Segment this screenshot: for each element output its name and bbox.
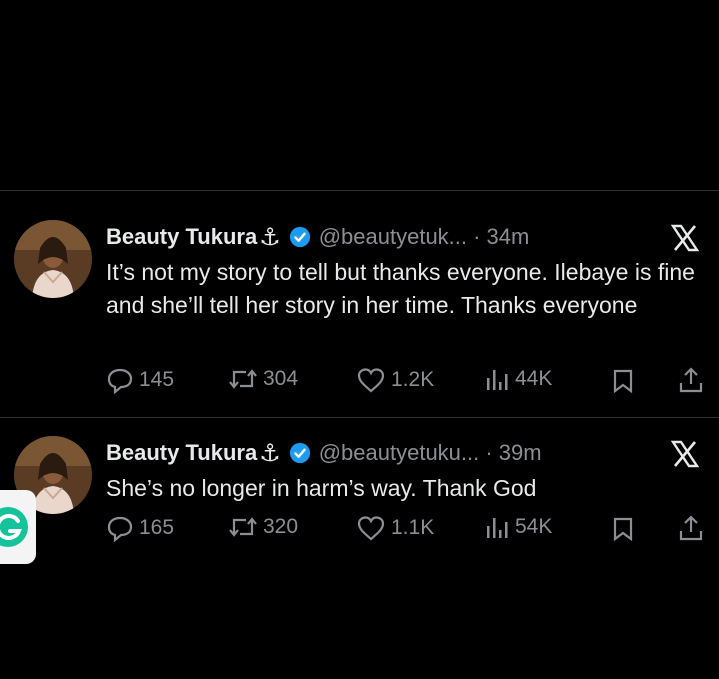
- views-count: 44K: [515, 367, 553, 390]
- repost-icon: [229, 369, 257, 389]
- avatar[interactable]: [14, 220, 92, 298]
- tweet-text: She’s no longer in harm’s way. Thank God: [106, 475, 537, 501]
- like-button[interactable]: 1.1K: [356, 514, 434, 542]
- grammarly-g-icon: [0, 507, 28, 547]
- grammarly-badge[interactable]: [0, 490, 36, 564]
- share-icon[interactable]: [678, 514, 704, 542]
- tweet-header: Beauty Tukura ⚓ @beautyetuk... · 34m: [106, 222, 529, 252]
- anchor-emoji: ⚓: [259, 439, 281, 467]
- reply-icon: [107, 516, 133, 542]
- repost-button[interactable]: 304: [228, 366, 298, 392]
- x-logo-icon[interactable]: [670, 440, 700, 468]
- tweet-actions: 145 304 1.2K 44K: [106, 366, 706, 396]
- top-divider: [0, 190, 719, 191]
- author-name[interactable]: Beauty Tukura: [106, 224, 257, 250]
- share-icon[interactable]: [678, 366, 704, 394]
- repost-icon: [229, 517, 257, 537]
- tweet-actions: 165 320 1.1K 54K: [106, 514, 706, 544]
- handle-time[interactable]: @beautyetuk... · 34m: [319, 224, 530, 250]
- bookmark-icon[interactable]: [611, 516, 635, 542]
- views-icon: [487, 518, 508, 538]
- reply-button[interactable]: 165: [106, 514, 174, 542]
- reply-count: 165: [139, 516, 175, 539]
- middle-divider: [0, 417, 719, 418]
- reply-button[interactable]: 145: [106, 366, 174, 394]
- verified-badge-icon: [289, 226, 310, 248]
- tweet-text: It’s not my story to tell but thanks eve…: [106, 259, 695, 318]
- views-count: 54K: [515, 515, 553, 538]
- reply-icon: [107, 368, 133, 394]
- like-icon: [357, 368, 385, 393]
- tweet-2[interactable]: Beauty Tukura ⚓ @beautyetuku... · 39m Sh…: [0, 436, 719, 556]
- x-logo-icon[interactable]: [670, 224, 700, 252]
- verified-badge-icon: [289, 442, 310, 464]
- like-count: 1.2K: [391, 368, 435, 391]
- like-button[interactable]: 1.2K: [356, 366, 434, 394]
- views-button[interactable]: 54K: [484, 514, 552, 540]
- like-count: 1.1K: [391, 516, 435, 539]
- anchor-emoji: ⚓: [259, 223, 281, 251]
- repost-count: 304: [263, 367, 299, 390]
- tweet-1[interactable]: Beauty Tukura ⚓ @beautyetuk... · 34m It’…: [0, 220, 719, 415]
- views-icon: [487, 370, 508, 390]
- repost-button[interactable]: 320: [228, 514, 298, 540]
- tweet-header: Beauty Tukura ⚓ @beautyetuku... · 39m: [106, 438, 542, 468]
- author-name[interactable]: Beauty Tukura: [106, 440, 257, 466]
- reply-count: 145: [139, 368, 175, 391]
- bookmark-icon[interactable]: [611, 368, 635, 394]
- views-button[interactable]: 44K: [484, 366, 552, 392]
- like-icon: [357, 516, 385, 541]
- handle-time[interactable]: @beautyetuku... · 39m: [319, 440, 542, 466]
- repost-count: 320: [263, 515, 299, 538]
